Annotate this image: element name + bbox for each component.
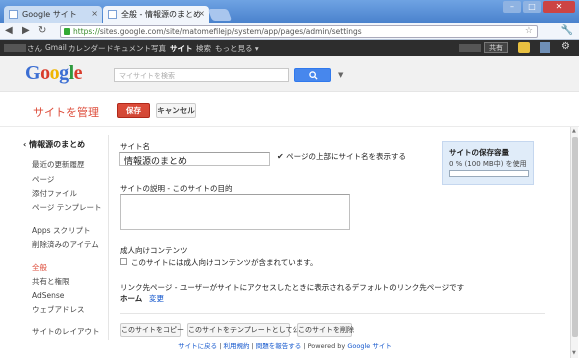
footer-back-link[interactable]: サイトに戻る [178, 342, 217, 350]
sidebar-item-templates[interactable]: ページ テンプレート [32, 203, 102, 212]
gear-icon[interactable]: ⚙ [561, 41, 570, 52]
bookmark-star-icon[interactable]: ☆ [525, 26, 533, 37]
sidebar-item-layout[interactable]: サイトのレイアウト [32, 327, 100, 336]
footer-abuse-link[interactable]: 問題を報告する [256, 342, 302, 350]
tab-label: 全般 - 情報源のまとめ [121, 10, 201, 19]
back-arrow-icon[interactable]: ◀ [5, 25, 13, 37]
sidebar-item-adsense[interactable]: AdSense [32, 291, 64, 300]
search-button[interactable] [294, 68, 331, 82]
checkmark-icon[interactable]: ✔ [277, 152, 284, 161]
footer: サイトに戻る | 利用規約 | 問題を報告する | Powered by Goo… [178, 342, 392, 350]
tab-close-icon[interactable]: × [91, 9, 98, 18]
minimize-icon[interactable]: – [503, 1, 521, 13]
sidebar-divider [108, 135, 109, 340]
sidebar-item-attachments[interactable]: 添付ファイル [32, 189, 77, 198]
show-name-label: ページの上部にサイト名を表示する [286, 152, 406, 161]
scroll-down-icon[interactable]: ▼ [572, 350, 576, 356]
sidebar-item-pages[interactable]: ページ [32, 175, 54, 184]
redacted-user-name [4, 44, 26, 52]
adult-content-checkbox-label: このサイトには成人向けコンテンツが含まれています。 [131, 258, 318, 267]
search-icon [309, 71, 318, 80]
site-name-label: サイト名 [120, 142, 150, 151]
save-button[interactable]: 保存 [117, 103, 150, 118]
copy-site-button[interactable]: このサイトをコピー [120, 323, 184, 337]
publish-template-button[interactable]: このサイトをテンプレートとして公開 [187, 323, 307, 337]
browser-tab-active[interactable]: 全般 - 情報源のまとめ × [103, 6, 209, 23]
sidebar-item-sharing[interactable]: 共有と権限 [32, 277, 70, 286]
description-textarea[interactable] [120, 194, 350, 230]
browser-tab[interactable]: Google サイト × [4, 6, 102, 23]
search-header: Google マイサイトを検索 ▼ [0, 56, 579, 92]
landing-page-value: ホーム [120, 294, 143, 303]
wrench-icon[interactable]: 🔧 [561, 25, 573, 36]
google-bar: さん Gmail カレンダー ドキュメント 写真 サイト 検索 もっと見る ▾ … [0, 40, 579, 56]
delete-site-button[interactable]: このサイトを削除 [297, 323, 354, 337]
landing-page-label: リンク先ページ - ユーザーがサイトにアクセスしたときに表示されるデフォルトのリ… [120, 283, 465, 292]
footer-powered-by: Powered by [307, 342, 346, 350]
search-options-chevron-icon[interactable]: ▼ [338, 71, 343, 79]
browser-toolbar: ◀ ▶ ↻ https://sites.google.com/site/mato… [0, 23, 579, 40]
storage-progress-bar [449, 170, 529, 177]
show-name-checkbox-row[interactable]: ✔ ページの上部にサイト名を表示する [277, 151, 406, 162]
sidebar-item-web-address[interactable]: ウェブアドレス [32, 305, 85, 314]
forward-arrow-icon[interactable]: ▶ [22, 25, 30, 37]
search-input[interactable]: マイサイトを検索 [114, 68, 289, 82]
sidebar-item-apps-script[interactable]: Apps スクリプト [32, 226, 90, 235]
scrollbar-thumb[interactable] [572, 137, 578, 337]
adult-content-checkbox[interactable] [120, 258, 127, 265]
lock-icon [64, 28, 70, 35]
sidebar-item-recent[interactable]: 最近の更新履歴 [32, 160, 85, 169]
footer-terms-link[interactable]: 利用規約 [223, 342, 249, 350]
address-bar[interactable]: https://sites.google.com/site/matomefile… [60, 25, 538, 38]
page-title: サイトを管理 [33, 106, 99, 119]
storage-usage: 0 % (100 MB中) を使用 [449, 160, 527, 168]
google-logo[interactable]: Google [25, 62, 83, 85]
reload-icon[interactable]: ↻ [38, 25, 46, 37]
tab-close-icon[interactable]: × [198, 9, 205, 18]
avatar[interactable] [540, 42, 550, 53]
notification-icon[interactable] [518, 42, 530, 53]
scrollbar[interactable]: ▲ ▼ [570, 127, 578, 358]
site-name-field[interactable]: 情報源のまとめ [119, 152, 270, 167]
window-controls: – □ ✕ [503, 1, 575, 13]
sites-favicon-icon [108, 10, 117, 19]
header-divider [0, 126, 579, 127]
gbar-calendar[interactable]: カレンダー [68, 43, 106, 54]
gbar-user[interactable]: さん [27, 43, 42, 54]
sites-favicon-icon [9, 10, 18, 19]
gbar-gmail[interactable]: Gmail [45, 43, 67, 52]
redacted-count [459, 44, 481, 52]
sidebar-item-deleted[interactable]: 削除済みのアイテム [32, 240, 99, 249]
scroll-up-icon[interactable]: ▲ [572, 128, 576, 134]
browser-tabstrip: Google サイト × 全般 - 情報源のまとめ × – □ ✕ [0, 0, 579, 23]
sidebar-item-general[interactable]: 全般 [32, 263, 47, 272]
url-text: sites.google.com/site/matomefilejp/syste… [99, 27, 362, 36]
landing-change-link[interactable]: 変更 [149, 293, 164, 304]
maximize-icon[interactable]: □ [523, 1, 541, 13]
actions-divider [120, 313, 545, 314]
storage-panel: サイトの保存容量 0 % (100 MB中) を使用 [442, 141, 534, 185]
storage-title: サイトの保存容量 [449, 148, 509, 157]
url-scheme: https:// [73, 27, 100, 36]
new-tab-button[interactable] [207, 9, 233, 21]
description-label: サイトの説明 - このサイトの目的 [120, 184, 233, 193]
cancel-button[interactable]: キャンセル [156, 103, 196, 118]
adult-content-label: 成人向けコンテンツ [120, 246, 188, 255]
gbar-sites[interactable]: サイト [170, 43, 193, 54]
close-window-icon[interactable]: ✕ [543, 1, 575, 13]
sidebar-back-label: 情報源のまとめ [29, 140, 86, 149]
footer-sites-link[interactable]: Google サイト [347, 342, 392, 350]
gbar-photos[interactable]: 写真 [151, 43, 166, 54]
gbar-search[interactable]: 検索 [196, 43, 211, 54]
gbar-more[interactable]: もっと見る ▾ [215, 43, 259, 54]
share-button[interactable]: 共有 [484, 42, 508, 53]
sidebar-back-link[interactable]: ‹ 情報源のまとめ [23, 139, 85, 150]
tab-label: Google サイト [22, 10, 77, 19]
gbar-documents[interactable]: ドキュメント [106, 43, 151, 54]
